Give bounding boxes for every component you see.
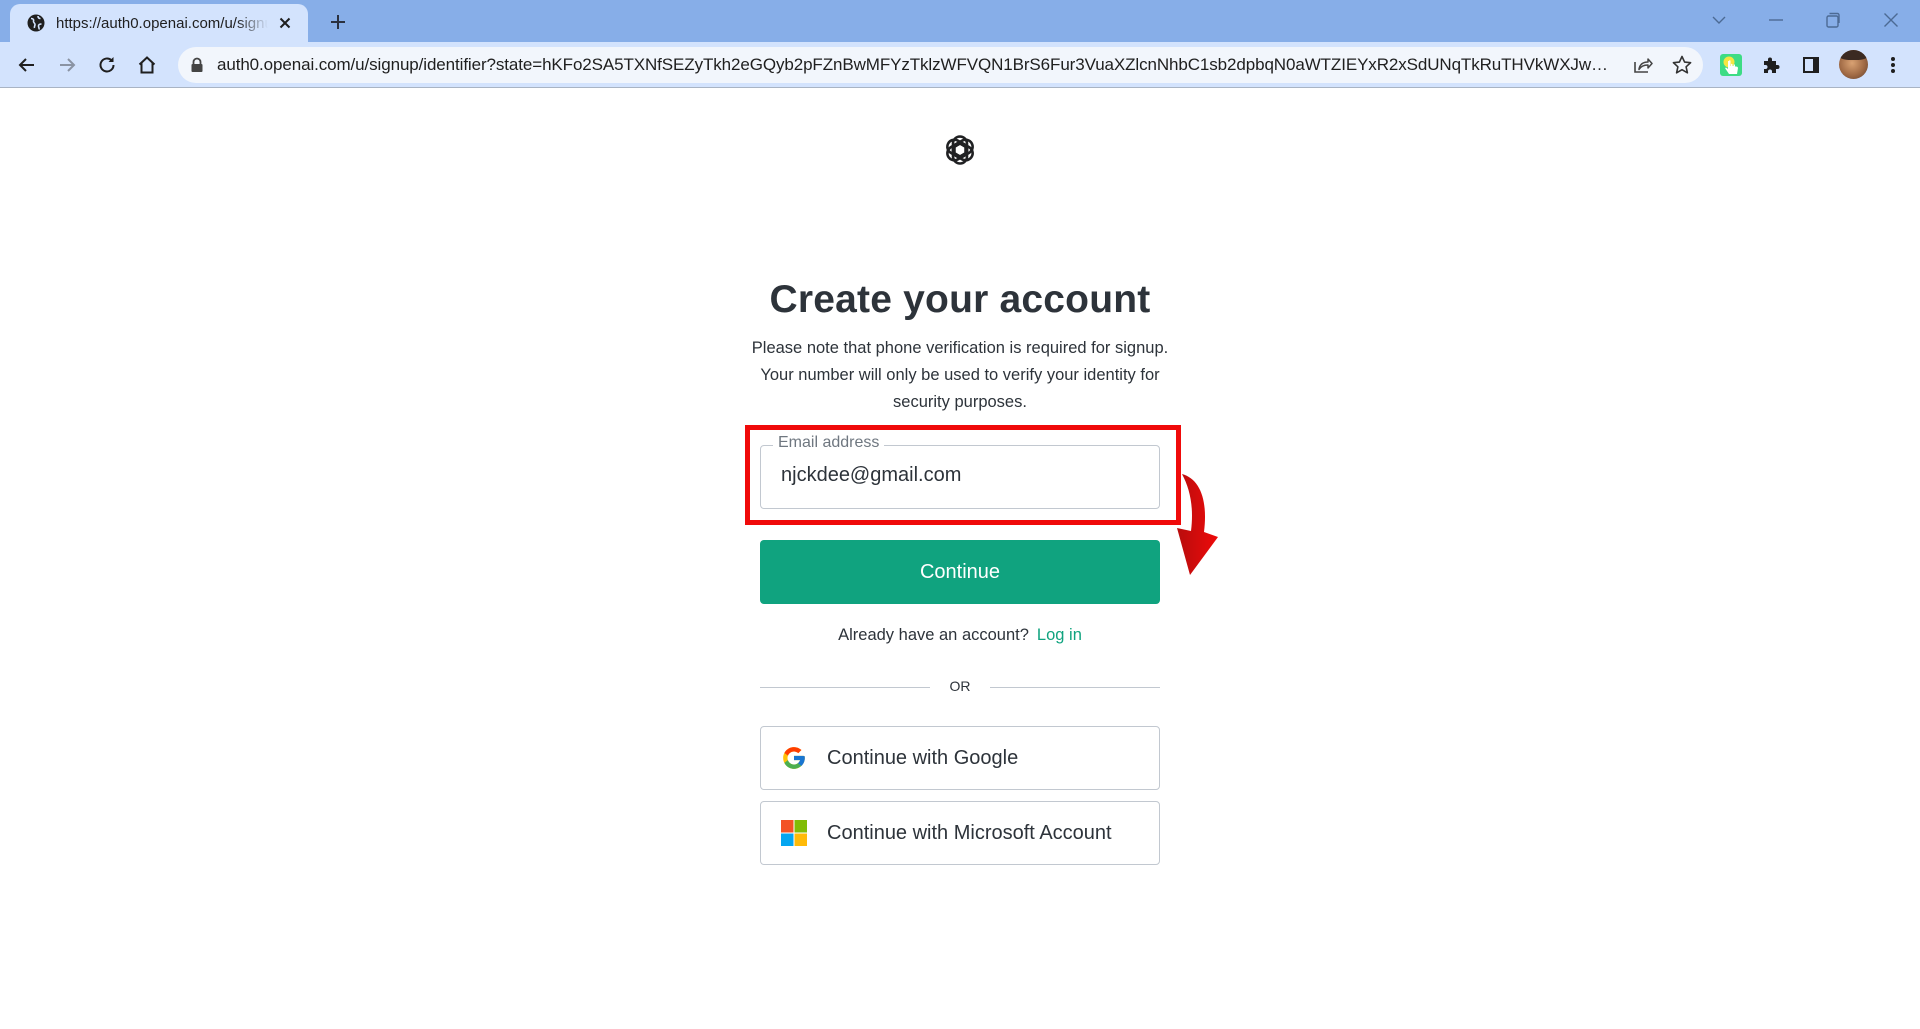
microsoft-icon <box>781 820 807 846</box>
browser-toolbar: auth0.openai.com/u/signup/identifier?sta… <box>0 42 1920 88</box>
openai-logo-icon <box>943 135 977 165</box>
avatar[interactable] <box>1839 50 1868 79</box>
url-text[interactable]: auth0.openai.com/u/signup/identifier?sta… <box>217 55 1612 75</box>
plus-icon[interactable] <box>326 10 350 34</box>
lock-icon[interactable] <box>190 57 204 73</box>
globe-icon <box>27 14 45 32</box>
page-title: Create your account <box>769 278 1151 321</box>
google-icon <box>783 747 805 769</box>
login-prompt-row: Already have an account? Log in <box>760 626 1160 645</box>
page-subtitle: Please note that phone verification is r… <box>751 339 1169 411</box>
browser-tab-strip: https://auth0.openai.com/u/signup/identi… <box>0 0 1920 42</box>
browser-tab[interactable]: https://auth0.openai.com/u/signup/identi… <box>10 4 308 42</box>
puzzle-icon[interactable] <box>1760 53 1784 77</box>
sidebar-icon[interactable] <box>1799 53 1823 77</box>
chevron-down-icon[interactable] <box>1707 8 1731 32</box>
login-prompt-text: Already have an account? <box>838 626 1029 644</box>
annotation-arrow-icon <box>1177 474 1218 575</box>
continue-with-google-button[interactable]: Continue with Google <box>760 726 1160 790</box>
divider-line-right <box>990 687 1160 688</box>
microsoft-button-label: Continue with Microsoft Account <box>827 821 1112 844</box>
share-icon[interactable] <box>1632 54 1654 76</box>
continue-button[interactable]: Continue <box>760 540 1160 604</box>
kebab-menu-icon[interactable] <box>1881 53 1905 77</box>
star-icon[interactable] <box>1671 54 1693 76</box>
continue-with-microsoft-button[interactable]: Continue with Microsoft Account <box>760 801 1160 865</box>
restore-icon[interactable] <box>1821 8 1845 32</box>
back-arrow-icon[interactable] <box>15 53 39 77</box>
close-icon[interactable] <box>276 14 294 32</box>
tab-title: https://auth0.openai.com/u/signup/identi… <box>56 14 268 32</box>
minimize-icon[interactable] <box>1764 8 1788 32</box>
address-bar[interactable]: auth0.openai.com/u/signup/identifier?sta… <box>178 47 1703 83</box>
home-icon[interactable] <box>135 53 159 77</box>
google-button-label: Continue with Google <box>827 746 1019 769</box>
reload-icon[interactable] <box>95 53 119 77</box>
or-divider: OR <box>760 677 1160 697</box>
annotation-highlight-box <box>745 425 1181 525</box>
login-link[interactable]: Log in <box>1037 626 1082 644</box>
extension-touch-icon[interactable] <box>1719 53 1743 77</box>
divider-text: OR <box>949 678 971 694</box>
forward-arrow-icon[interactable] <box>55 53 79 77</box>
close-window-icon[interactable] <box>1879 8 1903 32</box>
